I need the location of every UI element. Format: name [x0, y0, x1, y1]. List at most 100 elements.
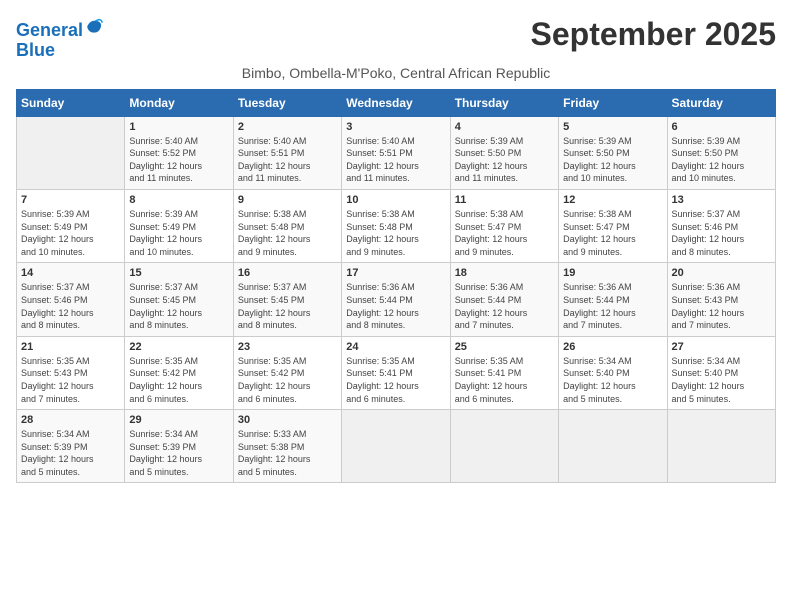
day-detail: Sunrise: 5:35 AM Sunset: 5:41 PM Dayligh…	[346, 355, 445, 405]
day-detail: Sunrise: 5:37 AM Sunset: 5:45 PM Dayligh…	[129, 281, 228, 331]
day-number: 10	[346, 194, 445, 206]
calendar-cell: 5 Sunrise: 5:39 AM Sunset: 5:50 PM Daylig…	[559, 116, 667, 189]
calendar-cell: 16 Sunrise: 5:37 AM Sunset: 5:45 PM Dayli…	[233, 263, 341, 336]
day-header-wednesday: Wednesday	[342, 89, 450, 116]
day-number: 14	[21, 267, 120, 279]
calendar-cell: 2 Sunrise: 5:40 AM Sunset: 5:51 PM Daylig…	[233, 116, 341, 189]
day-detail: Sunrise: 5:35 AM Sunset: 5:43 PM Dayligh…	[21, 355, 120, 405]
day-detail: Sunrise: 5:39 AM Sunset: 5:49 PM Dayligh…	[21, 208, 120, 258]
calendar-cell: 23 Sunrise: 5:35 AM Sunset: 5:42 PM Dayli…	[233, 336, 341, 409]
day-number: 20	[672, 267, 771, 279]
day-header-friday: Friday	[559, 89, 667, 116]
day-detail: Sunrise: 5:39 AM Sunset: 5:49 PM Dayligh…	[129, 208, 228, 258]
day-header-tuesday: Tuesday	[233, 89, 341, 116]
day-number: 28	[21, 414, 120, 426]
calendar-cell	[667, 410, 775, 483]
day-number: 4	[455, 121, 554, 133]
calendar-cell	[342, 410, 450, 483]
calendar-cell: 30 Sunrise: 5:33 AM Sunset: 5:38 PM Dayli…	[233, 410, 341, 483]
calendar-cell	[559, 410, 667, 483]
day-header-monday: Monday	[125, 89, 233, 116]
calendar-cell: 26 Sunrise: 5:34 AM Sunset: 5:40 PM Dayli…	[559, 336, 667, 409]
logo: General Blue	[16, 16, 104, 61]
calendar-cell: 3 Sunrise: 5:40 AM Sunset: 5:51 PM Daylig…	[342, 116, 450, 189]
day-detail: Sunrise: 5:36 AM Sunset: 5:44 PM Dayligh…	[346, 281, 445, 331]
calendar-cell: 1 Sunrise: 5:40 AM Sunset: 5:52 PM Daylig…	[125, 116, 233, 189]
day-number: 9	[238, 194, 337, 206]
day-detail: Sunrise: 5:34 AM Sunset: 5:39 PM Dayligh…	[21, 428, 120, 478]
calendar-cell: 17 Sunrise: 5:36 AM Sunset: 5:44 PM Dayli…	[342, 263, 450, 336]
day-detail: Sunrise: 5:36 AM Sunset: 5:44 PM Dayligh…	[455, 281, 554, 331]
day-detail: Sunrise: 5:33 AM Sunset: 5:38 PM Dayligh…	[238, 428, 337, 478]
day-detail: Sunrise: 5:34 AM Sunset: 5:39 PM Dayligh…	[129, 428, 228, 478]
day-number: 19	[563, 267, 662, 279]
logo-text: General Blue	[16, 16, 104, 61]
day-detail: Sunrise: 5:38 AM Sunset: 5:47 PM Dayligh…	[455, 208, 554, 258]
day-detail: Sunrise: 5:40 AM Sunset: 5:51 PM Dayligh…	[238, 135, 337, 185]
calendar-cell: 24 Sunrise: 5:35 AM Sunset: 5:41 PM Dayli…	[342, 336, 450, 409]
day-number: 7	[21, 194, 120, 206]
calendar-cell: 19 Sunrise: 5:36 AM Sunset: 5:44 PM Dayli…	[559, 263, 667, 336]
day-number: 21	[21, 341, 120, 353]
calendar-cell: 21 Sunrise: 5:35 AM Sunset: 5:43 PM Dayli…	[17, 336, 125, 409]
calendar-cell: 25 Sunrise: 5:35 AM Sunset: 5:41 PM Dayli…	[450, 336, 558, 409]
day-header-sunday: Sunday	[17, 89, 125, 116]
day-detail: Sunrise: 5:34 AM Sunset: 5:40 PM Dayligh…	[563, 355, 662, 405]
day-number: 16	[238, 267, 337, 279]
calendar-cell: 11 Sunrise: 5:38 AM Sunset: 5:47 PM Dayli…	[450, 189, 558, 262]
day-detail: Sunrise: 5:36 AM Sunset: 5:44 PM Dayligh…	[563, 281, 662, 331]
calendar-table: SundayMondayTuesdayWednesdayThursdayFrid…	[16, 89, 776, 484]
day-number: 1	[129, 121, 228, 133]
day-detail: Sunrise: 5:39 AM Sunset: 5:50 PM Dayligh…	[455, 135, 554, 185]
calendar-cell: 14Sunrise: 5:37 AM Sunset: 5:46 PM Dayli…	[17, 263, 125, 336]
day-detail: Sunrise: 5:40 AM Sunset: 5:52 PM Dayligh…	[129, 135, 228, 185]
calendar-cell: 13 Sunrise: 5:37 AM Sunset: 5:46 PM Dayli…	[667, 189, 775, 262]
calendar-cell: 6 Sunrise: 5:39 AM Sunset: 5:50 PM Daylig…	[667, 116, 775, 189]
calendar-cell: 18Sunrise: 5:36 AM Sunset: 5:44 PM Dayli…	[450, 263, 558, 336]
day-header-saturday: Saturday	[667, 89, 775, 116]
calendar-cell: 22 Sunrise: 5:35 AM Sunset: 5:42 PM Dayli…	[125, 336, 233, 409]
day-number: 13	[672, 194, 771, 206]
day-number: 5	[563, 121, 662, 133]
day-detail: Sunrise: 5:37 AM Sunset: 5:46 PM Dayligh…	[672, 208, 771, 258]
day-header-thursday: Thursday	[450, 89, 558, 116]
day-detail: Sunrise: 5:37 AM Sunset: 5:45 PM Dayligh…	[238, 281, 337, 331]
day-number: 3	[346, 121, 445, 133]
calendar-cell: 4 Sunrise: 5:39 AM Sunset: 5:50 PM Daylig…	[450, 116, 558, 189]
day-number: 27	[672, 341, 771, 353]
day-number: 24	[346, 341, 445, 353]
day-number: 12	[563, 194, 662, 206]
day-number: 25	[455, 341, 554, 353]
day-detail: Sunrise: 5:36 AM Sunset: 5:43 PM Dayligh…	[672, 281, 771, 331]
calendar-cell: 10 Sunrise: 5:38 AM Sunset: 5:48 PM Dayli…	[342, 189, 450, 262]
day-number: 26	[563, 341, 662, 353]
day-number: 17	[346, 267, 445, 279]
calendar-cell: 28 Sunrise: 5:34 AM Sunset: 5:39 PM Dayli…	[17, 410, 125, 483]
day-number: 23	[238, 341, 337, 353]
day-detail: Sunrise: 5:35 AM Sunset: 5:42 PM Dayligh…	[238, 355, 337, 405]
month-title: September 2025	[531, 16, 776, 53]
day-detail: Sunrise: 5:39 AM Sunset: 5:50 PM Dayligh…	[672, 135, 771, 185]
calendar-cell: 15 Sunrise: 5:37 AM Sunset: 5:45 PM Dayli…	[125, 263, 233, 336]
day-number: 2	[238, 121, 337, 133]
calendar-cell: 20 Sunrise: 5:36 AM Sunset: 5:43 PM Dayli…	[667, 263, 775, 336]
day-number: 8	[129, 194, 228, 206]
day-number: 11	[455, 194, 554, 206]
calendar-cell: 27 Sunrise: 5:34 AM Sunset: 5:40 PM Dayli…	[667, 336, 775, 409]
day-number: 22	[129, 341, 228, 353]
calendar-cell: 12Sunrise: 5:38 AM Sunset: 5:47 PM Dayli…	[559, 189, 667, 262]
calendar-cell	[450, 410, 558, 483]
day-number: 30	[238, 414, 337, 426]
day-number: 29	[129, 414, 228, 426]
day-detail: Sunrise: 5:35 AM Sunset: 5:42 PM Dayligh…	[129, 355, 228, 405]
calendar-cell: 7 Sunrise: 5:39 AM Sunset: 5:49 PM Daylig…	[17, 189, 125, 262]
day-detail: Sunrise: 5:38 AM Sunset: 5:48 PM Dayligh…	[346, 208, 445, 258]
day-number: 6	[672, 121, 771, 133]
day-detail: Sunrise: 5:35 AM Sunset: 5:41 PM Dayligh…	[455, 355, 554, 405]
calendar-cell: 29 Sunrise: 5:34 AM Sunset: 5:39 PM Dayli…	[125, 410, 233, 483]
day-number: 15	[129, 267, 228, 279]
day-detail: Sunrise: 5:34 AM Sunset: 5:40 PM Dayligh…	[672, 355, 771, 405]
day-detail: Sunrise: 5:39 AM Sunset: 5:50 PM Dayligh…	[563, 135, 662, 185]
day-detail: Sunrise: 5:40 AM Sunset: 5:51 PM Dayligh…	[346, 135, 445, 185]
calendar-cell: 9Sunrise: 5:38 AM Sunset: 5:48 PM Daylig…	[233, 189, 341, 262]
